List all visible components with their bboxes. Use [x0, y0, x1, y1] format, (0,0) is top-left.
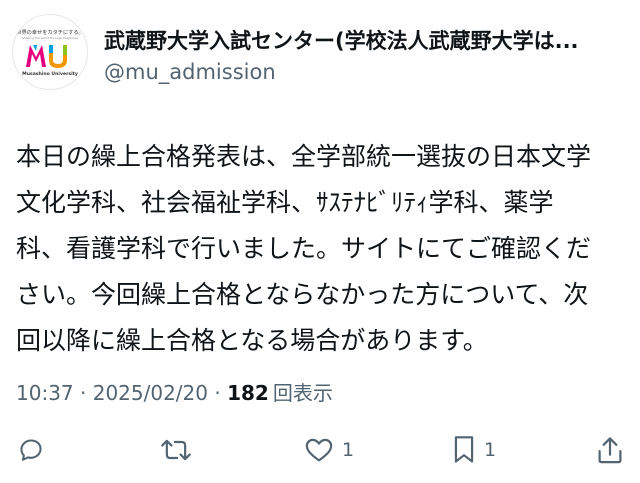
share-icon: [598, 437, 622, 464]
like-button[interactable]: 1: [304, 428, 354, 472]
like-count: 1: [342, 439, 355, 461]
bookmark-icon: [454, 436, 474, 463]
views-count: 182: [227, 381, 269, 405]
repost-icon: [161, 439, 191, 461]
share-button[interactable]: [596, 428, 632, 472]
meta-separator: ·: [73, 381, 93, 405]
logo-university-name: Musashino University: [22, 71, 78, 77]
musashino-university-logo: 世界の幸せをカタチにする。 Shaping the world through …: [16, 28, 84, 77]
post: 世界の幸せをカタチにする。 Shaping the world through …: [0, 0, 640, 483]
post-meta: 10:37 · 2025/02/20 · 182 回表示: [16, 379, 333, 407]
reply-button[interactable]: [18, 428, 52, 472]
post-text: 本日の繰上合格発表は、全学部統一選抜の日本文学 文化学科、社会福祉学科、ｻｽﾃﾅ…: [16, 134, 624, 364]
author-display-name[interactable]: 武蔵野大学入試センター(学校法人武蔵野大学は...: [104, 27, 624, 55]
logo-subtagline: Shaping the world through happiness: [22, 36, 79, 40]
views-label: 回表示: [272, 381, 333, 405]
reply-icon: [20, 439, 42, 461]
action-bar: 1 1: [0, 428, 640, 472]
meta-separator: ·: [208, 381, 228, 405]
bookmark-count: 1: [484, 439, 497, 461]
post-text-line: 文化学科、社会福祉学科、ｻｽﾃﾅﾋﾞﾘﾃｨ学科、薬学: [16, 188, 554, 217]
logo-tagline: 世界の幸せをカタチにする。: [16, 28, 84, 36]
post-date[interactable]: 2025/02/20: [93, 381, 208, 405]
heart-icon: [305, 438, 333, 462]
post-time[interactable]: 10:37: [16, 381, 74, 405]
post-text-line: 回以降に繰上合格となる場合があります。: [16, 326, 488, 355]
post-text-line: 科、看護学科で行いました。サイトにてご確認くだ: [16, 234, 592, 263]
repost-button[interactable]: [160, 428, 200, 472]
bookmark-button[interactable]: 1: [452, 428, 496, 472]
post-text-line: 本日の繰上合格発表は、全学部統一選抜の日本文学: [16, 142, 592, 171]
mu-mark: [26, 45, 67, 68]
avatar[interactable]: 世界の幸せをカタチにする。 Shaping the world through …: [12, 14, 88, 90]
author-handle[interactable]: @mu_admission: [104, 58, 276, 86]
post-text-line: さい。今回繰上合格とならなかった方について、次: [16, 280, 589, 309]
